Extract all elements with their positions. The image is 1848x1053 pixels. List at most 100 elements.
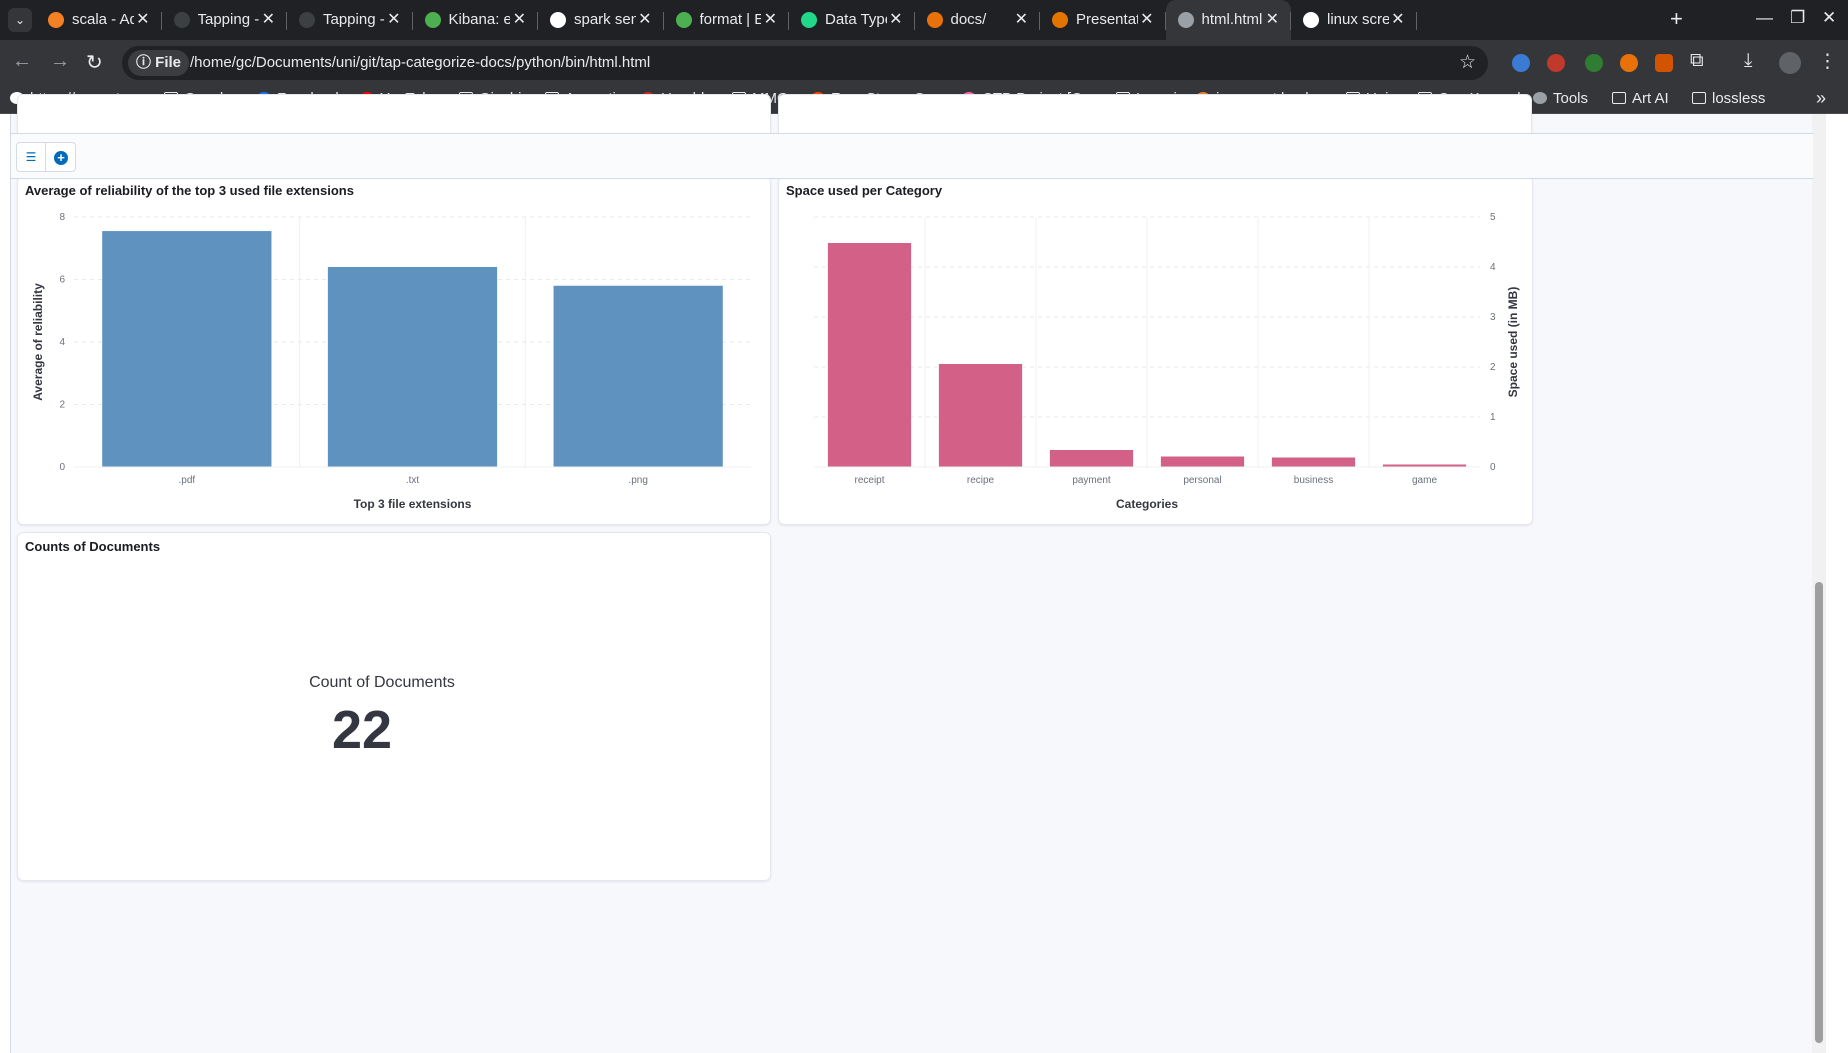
x-tick-label: payment bbox=[1072, 475, 1111, 486]
bookmark-item[interactable]: lossless bbox=[1692, 90, 1765, 110]
browser-toolbar: ← → ↻ ⓘ File /home/gc/Documents/uni/git/… bbox=[0, 40, 1848, 86]
address-url[interactable]: /home/gc/Documents/uni/git/tap-categoriz… bbox=[190, 54, 650, 71]
extension-icon[interactable] bbox=[1547, 54, 1565, 72]
close-window-button[interactable]: ✕ bbox=[1822, 8, 1836, 28]
maximize-button[interactable]: ❐ bbox=[1790, 8, 1805, 28]
tab-close-icon[interactable]: ✕ bbox=[889, 9, 902, 29]
y-tick-label: 6 bbox=[59, 275, 65, 286]
scrollbar-thumb[interactable] bbox=[1815, 582, 1823, 1043]
reload-button[interactable]: ↻ bbox=[86, 50, 103, 75]
metric-label: Count of Documents bbox=[309, 674, 455, 691]
bookmark-label: Tools bbox=[1553, 90, 1589, 107]
bookmark-item[interactable]: Art AI bbox=[1612, 90, 1669, 110]
x-tick-label: game bbox=[1412, 475, 1437, 486]
new-tab-button[interactable]: + bbox=[1670, 6, 1683, 32]
tab-close-icon[interactable]: ✕ bbox=[1391, 9, 1404, 29]
globe-icon bbox=[1533, 92, 1547, 104]
plus-icon: + bbox=[54, 151, 68, 165]
tab-search-button[interactable]: ⌄ bbox=[8, 8, 32, 32]
y-tick-label: 2 bbox=[1490, 362, 1496, 373]
x-tick-label: .png bbox=[628, 475, 647, 486]
panel-title: Counts of Documents bbox=[25, 539, 161, 554]
tab-close-icon[interactable]: ✕ bbox=[1140, 9, 1153, 29]
site-info-label: File bbox=[155, 54, 182, 71]
browser-tab-strip: ⌄ scala - Addi✕Tapping - El✕Tapping - El… bbox=[0, 0, 1848, 40]
filter-icon[interactable]: ☰ bbox=[16, 142, 46, 172]
tab-title: format | Ela bbox=[699, 11, 762, 28]
bookmark-star-icon[interactable]: ☆ bbox=[1459, 51, 1476, 74]
x-tick-label: .pdf bbox=[178, 475, 195, 486]
browser-tab[interactable]: Data Type ✕ bbox=[789, 0, 915, 40]
y-axis-title: Space used (in MB) bbox=[1506, 287, 1520, 398]
y-axis-title: Average of reliability bbox=[31, 283, 45, 401]
bar bbox=[938, 364, 1023, 467]
tab-close-icon[interactable]: ✕ bbox=[387, 9, 400, 29]
avatar[interactable] bbox=[1779, 52, 1801, 74]
tab-title: Data Type bbox=[825, 11, 887, 28]
space-bar-chart: 0 1 2 3 4 5 receipt recipe payment personal busine… bbox=[814, 212, 1520, 511]
tab-favicon-icon bbox=[926, 12, 943, 28]
extension-icon[interactable] bbox=[1512, 54, 1530, 72]
add-filter-button[interactable]: + bbox=[46, 142, 76, 172]
extensions-puzzle-icon[interactable]: ⧉ bbox=[1690, 50, 1704, 72]
bookmarks-overflow-icon[interactable]: » bbox=[1816, 88, 1826, 109]
y-tick-label: 8 bbox=[59, 212, 65, 223]
bookmark-item[interactable]: Tools bbox=[1533, 90, 1588, 110]
browser-tab[interactable]: docs/ ✕ bbox=[915, 0, 1040, 40]
x-tick-label: recipe bbox=[967, 475, 995, 486]
x-tick-label: receipt bbox=[854, 475, 884, 486]
tab-title: spark send bbox=[574, 11, 636, 28]
browser-tab[interactable]: html.html ✕ bbox=[1165, 0, 1291, 40]
tab-close-icon[interactable]: ✕ bbox=[1015, 9, 1028, 29]
kibana-dashboard: ☰ + Average of reliability of the top 3 … bbox=[10, 94, 1813, 1053]
site-info-chip[interactable]: ⓘ File bbox=[128, 50, 190, 76]
tab-close-icon[interactable]: ✕ bbox=[513, 9, 526, 29]
folder-icon bbox=[1612, 92, 1626, 104]
browser-tab[interactable]: Tapping - El✕ bbox=[287, 0, 413, 40]
browser-tab[interactable]: format | Ela✕ bbox=[664, 0, 789, 40]
browser-menu-icon[interactable]: ⋮ bbox=[1818, 50, 1837, 73]
address-bar[interactable]: ⓘ File /home/gc/Documents/uni/git/tap-ca… bbox=[122, 46, 1488, 80]
tab-close-icon[interactable]: ✕ bbox=[262, 9, 275, 29]
download-icon[interactable]: ⤓ bbox=[1744, 50, 1752, 72]
tab-close-icon[interactable]: ✕ bbox=[764, 9, 777, 29]
bar bbox=[553, 285, 723, 467]
bookmark-label: lossless bbox=[1712, 90, 1766, 107]
tab-favicon-icon bbox=[173, 12, 190, 28]
y-tick-label: 2 bbox=[59, 400, 65, 411]
browser-tab[interactable]: Tapping - El✕ bbox=[162, 0, 287, 40]
back-button[interactable]: ← bbox=[12, 50, 32, 73]
extension-icon[interactable] bbox=[1585, 54, 1603, 72]
minimize-button[interactable]: — bbox=[1756, 8, 1773, 28]
browser-tab[interactable]: Presentatio✕ bbox=[1040, 0, 1166, 40]
extension-icon[interactable] bbox=[1655, 54, 1673, 72]
tab-favicon-icon bbox=[801, 12, 817, 28]
tab-title: Tapping - El bbox=[197, 11, 260, 28]
page-scrollbar[interactable] bbox=[1812, 114, 1826, 1053]
bar bbox=[102, 231, 272, 467]
tab-close-icon[interactable]: ✕ bbox=[1266, 9, 1279, 29]
y-tick-label: 0 bbox=[1490, 462, 1496, 473]
browser-tab[interactable]: spark send✕ bbox=[538, 0, 664, 40]
dashboard-controls-bar: ☰ + bbox=[11, 133, 1813, 179]
panel-reliability: Average of reliability of the top 3 used… bbox=[17, 176, 771, 525]
x-axis-title: Categories bbox=[1116, 497, 1178, 511]
x-tick-label: personal bbox=[1183, 475, 1221, 486]
forward-button[interactable]: → bbox=[50, 50, 70, 73]
browser-tab[interactable]: linux scree✕ bbox=[1291, 0, 1417, 40]
tab-separator bbox=[1415, 12, 1417, 30]
extension-icon[interactable] bbox=[1620, 54, 1638, 72]
browser-tab[interactable]: Kibana: exp✕ bbox=[413, 0, 538, 40]
tab-close-icon[interactable]: ✕ bbox=[136, 9, 149, 29]
tab-close-icon[interactable]: ✕ bbox=[638, 9, 651, 29]
y-tick-label: 5 bbox=[1490, 212, 1496, 223]
tab-title: Tapping - El bbox=[323, 11, 385, 28]
bar bbox=[827, 243, 912, 467]
tab-favicon-icon bbox=[1303, 12, 1319, 28]
bar bbox=[1271, 457, 1356, 467]
tab-favicon-icon bbox=[299, 12, 315, 28]
browser-tab[interactable]: scala - Addi✕ bbox=[36, 0, 162, 40]
tab-favicon-icon bbox=[550, 12, 566, 28]
tab-title: docs/ bbox=[950, 11, 987, 28]
bar bbox=[1160, 456, 1245, 467]
